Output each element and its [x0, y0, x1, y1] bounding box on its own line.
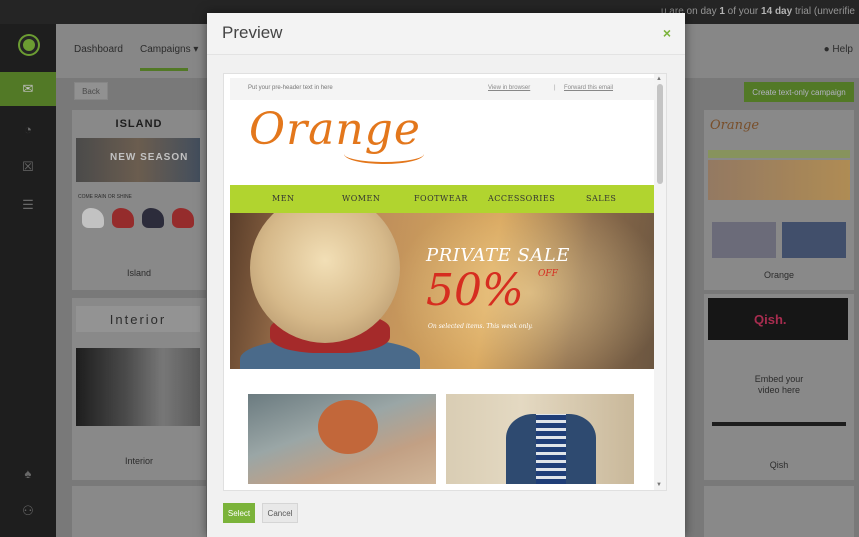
logo-swash	[344, 144, 424, 164]
view-in-browser-link[interactable]: View in browser	[488, 85, 530, 91]
scroll-down-icon[interactable]: ▼	[656, 482, 662, 488]
link-separator: |	[554, 85, 556, 91]
hero-banner: PRIVATE SALE 50% OFF On selected items. …	[230, 213, 656, 369]
cancel-button[interactable]: Cancel	[262, 503, 298, 523]
pre-header-text: Put your pre-header text in here	[248, 85, 333, 91]
email-preview-frame[interactable]: Put your pre-header text in here View in…	[223, 73, 667, 491]
scroll-up-icon[interactable]: ▲	[656, 76, 662, 82]
sale-note: On selected items. This week only.	[428, 323, 533, 330]
menu-item-women[interactable]: WOMEN	[342, 194, 380, 203]
product-model	[318, 400, 378, 454]
sale-percent: 50%	[426, 265, 524, 316]
forward-email-link[interactable]: Forward this email	[564, 85, 613, 91]
select-button[interactable]: Select	[223, 503, 255, 523]
modal-title: Preview	[222, 23, 283, 42]
scroll-thumb[interactable]	[657, 84, 663, 184]
product-image-right	[446, 394, 634, 484]
close-icon[interactable]: ×	[663, 25, 671, 41]
menu-item-footwear[interactable]: FOOTWEAR	[414, 194, 468, 203]
menu-item-sales[interactable]: SALES	[586, 194, 616, 203]
modal-header: Preview ×	[207, 13, 685, 55]
scrollbar[interactable]: ▲ ▼	[654, 74, 666, 490]
pre-header-bar: Put your pre-header text in here View in…	[230, 78, 656, 100]
product-image-left	[248, 394, 436, 484]
preview-modal: Preview × Put your pre-header text in he…	[207, 13, 685, 537]
sale-title: PRIVATE SALE	[426, 245, 570, 266]
product-shirt	[536, 414, 566, 484]
sale-off: OFF	[538, 269, 558, 279]
menu-item-men[interactable]: MEN	[272, 194, 295, 203]
email-menu: MEN WOMEN FOOTWEAR ACCESSORIES SALES	[230, 185, 656, 213]
menu-item-accessories[interactable]: ACCESSORIES	[488, 194, 555, 203]
